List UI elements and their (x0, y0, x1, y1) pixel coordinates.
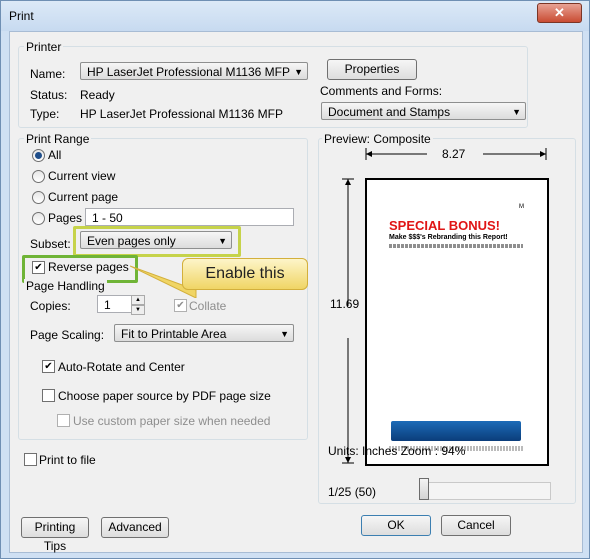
ok-label: OK (387, 518, 405, 532)
printing-tips-button[interactable]: Printing Tips (21, 517, 89, 553)
copies-value: 1 (104, 298, 111, 312)
page-counter: 1/25 (50) (328, 485, 377, 499)
page-text-lines (389, 244, 523, 248)
cancel-button[interactable]: Cancel (441, 515, 511, 536)
radio-pages[interactable] (32, 212, 45, 225)
print-dialog: Print ✕ Printer Name: HP LaserJet Profes… (0, 0, 590, 559)
paper-source-label: Choose paper source by PDF page size (58, 389, 271, 403)
copies-label: Copies: (30, 299, 71, 313)
advanced-label: Advanced (108, 520, 162, 534)
page-subheading: Make $$$'s Rebranding this Report! (389, 234, 508, 241)
properties-button[interactable]: Properties (327, 59, 417, 80)
cancel-label: Cancel (457, 518, 495, 532)
radio-pages-label: Pages (48, 211, 83, 225)
radio-current-view-label: Current view (48, 169, 116, 183)
radio-current-page[interactable] (32, 191, 45, 204)
printer-group-label: Printer (24, 40, 64, 54)
collate-label: Collate (189, 299, 227, 313)
radio-current-page-label: Current page (48, 190, 119, 204)
paper-source-checkbox[interactable] (42, 389, 55, 402)
type-value: HP LaserJet Professional M1136 MFP (80, 107, 283, 121)
page-slider-track[interactable] (419, 482, 551, 500)
page-scaling-select[interactable]: Fit to Printable Area ▼ (114, 324, 294, 342)
chevron-up-icon[interactable]: ▲ (131, 295, 145, 305)
page-banner-image (391, 421, 521, 441)
printer-name-select[interactable]: HP LaserJet Professional M1136 MFP ▼ (80, 62, 308, 80)
print-to-file-checkbox[interactable] (24, 453, 37, 466)
status-label: Status: (30, 88, 68, 102)
copies-input[interactable]: 1 (97, 295, 132, 313)
page-scaling-value: Fit to Printable Area (121, 327, 227, 341)
page-scaling-label: Page Scaling: (30, 328, 105, 342)
width-value: 8.27 (442, 147, 466, 161)
subset-value: Even pages only (87, 234, 176, 248)
enable-this-callout: Enable this (182, 258, 308, 290)
comments-forms-select[interactable]: Document and Stamps ▼ (321, 102, 526, 120)
custom-size-label: Use custom paper size when needed (73, 414, 271, 428)
pages-input[interactable]: 1 - 50 (85, 208, 294, 226)
printing-tips-label: Printing Tips (34, 520, 76, 553)
comments-forms-value: Document and Stamps (328, 105, 451, 119)
copies-stepper[interactable]: ▲ ▼ (131, 295, 145, 315)
chevron-down-icon: ▼ (294, 67, 303, 77)
auto-rotate-label: Auto-Rotate and Center (58, 360, 185, 374)
print-to-file-label: Print to file (39, 453, 96, 467)
pages-input-value: 1 - 50 (92, 211, 123, 225)
radio-all[interactable] (32, 149, 45, 162)
status-value: Ready (80, 88, 115, 102)
collate-checkbox[interactable]: ✔ (174, 299, 187, 312)
chevron-down-icon[interactable]: ▼ (131, 305, 145, 315)
subset-label: Subset: (30, 237, 71, 251)
chevron-down-icon: ▼ (280, 329, 289, 339)
dialog-body: Printer Name: HP LaserJet Professional M… (9, 31, 583, 553)
page-preview: M SPECIAL BONUS! Make $$$'s Rebranding t… (365, 178, 549, 466)
window-title: Print (9, 9, 34, 23)
subset-select[interactable]: Even pages only ▼ (80, 231, 232, 249)
comments-forms-label: Comments and Forms: (320, 84, 443, 98)
title-bar[interactable]: Print ✕ (1, 1, 589, 31)
radio-all-label: All (48, 148, 62, 162)
advanced-button[interactable]: Advanced (101, 517, 169, 538)
print-range-label: Print Range (24, 132, 92, 146)
close-button[interactable]: ✕ (537, 3, 582, 23)
chevron-down-icon: ▼ (512, 107, 521, 117)
ok-button[interactable]: OK (361, 515, 431, 536)
close-icon: ✕ (554, 5, 565, 20)
properties-button-label: Properties (344, 62, 400, 76)
reverse-pages-checkbox[interactable]: ✔ (32, 261, 45, 274)
auto-rotate-checkbox[interactable]: ✔ (42, 360, 55, 373)
page-marker: M (519, 204, 524, 210)
printer-name-label: Name: (30, 67, 66, 81)
units-zoom-text: Units: Inches Zoom : 94% (328, 444, 466, 458)
custom-size-checkbox[interactable] (57, 414, 70, 427)
callout-text: Enable this (205, 265, 285, 282)
page-heading: SPECIAL BONUS! (389, 218, 500, 233)
radio-current-view[interactable] (32, 170, 45, 183)
chevron-down-icon: ▼ (218, 236, 227, 246)
reverse-pages-label: Reverse pages (48, 260, 129, 274)
type-label: Type: (30, 107, 60, 121)
printer-name-value: HP LaserJet Professional M1136 MFP (87, 65, 290, 79)
page-slider-thumb[interactable] (419, 478, 429, 500)
page-handling-label: Page Handling (24, 279, 107, 293)
preview-label: Preview: Composite (322, 132, 433, 146)
height-value: 11.69 (330, 297, 360, 311)
height-dimension (342, 178, 354, 464)
